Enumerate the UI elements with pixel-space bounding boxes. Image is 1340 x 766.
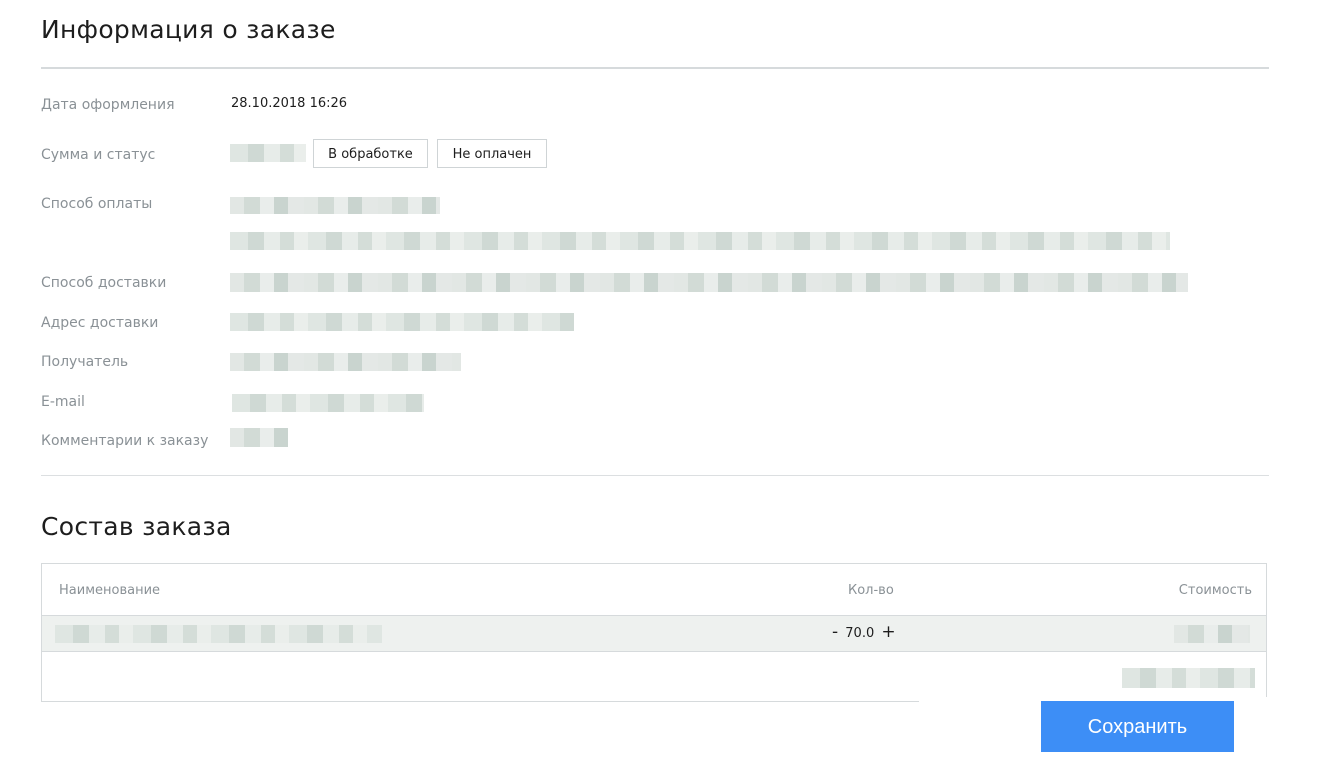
increment-button[interactable]: +: [881, 622, 895, 642]
delivery-address-label: Адрес доставки: [41, 315, 159, 331]
decrement-button[interactable]: -: [832, 622, 838, 642]
order-items-table: Наименование Кол-во Стоимость - 70.0 +: [41, 563, 1267, 702]
item-cost-redacted: [1174, 625, 1250, 643]
delivery-method-label: Способ доставки: [41, 275, 167, 291]
order-contents-title: Состав заказа: [41, 512, 232, 541]
quantity-value: 70.0: [845, 626, 875, 641]
order-total-redacted: [1122, 668, 1255, 688]
comment-label: Комментарии к заказу: [41, 433, 209, 449]
payment-details-redacted: [230, 232, 1170, 250]
column-header-cost: Стоимость: [1178, 583, 1252, 598]
order-date-value: 28.10.2018 16:26: [231, 96, 348, 111]
payment-method-label: Способ оплаты: [41, 196, 153, 212]
column-header-name: Наименование: [59, 583, 161, 598]
email-redacted: [232, 394, 424, 412]
delivery-method-redacted: [230, 273, 1188, 292]
order-info-title: Информация о заказе: [41, 15, 336, 44]
status-badge-processing: В обработке: [313, 139, 428, 168]
email-label: E-mail: [41, 394, 85, 410]
delivery-address-redacted: [230, 313, 574, 331]
save-button[interactable]: Сохранить: [1041, 701, 1234, 752]
column-header-quantity: Кол-во: [848, 583, 894, 598]
order-date-label: Дата оформления: [41, 97, 175, 113]
item-name-redacted: [55, 625, 382, 643]
section-divider: [41, 475, 1269, 476]
recipient-redacted: [230, 353, 461, 371]
comment-redacted: [230, 428, 288, 447]
quantity-stepper: - 70.0 +: [832, 622, 896, 642]
recipient-label: Получатель: [41, 354, 129, 370]
order-info-divider: [41, 67, 1269, 69]
table-row: - 70.0 +: [42, 615, 1266, 652]
status-badge-payment: Не оплачен: [437, 139, 547, 168]
payment-method-redacted: [230, 197, 440, 214]
sum-status-label: Сумма и статус: [41, 147, 156, 163]
order-sum-redacted: [230, 144, 306, 162]
